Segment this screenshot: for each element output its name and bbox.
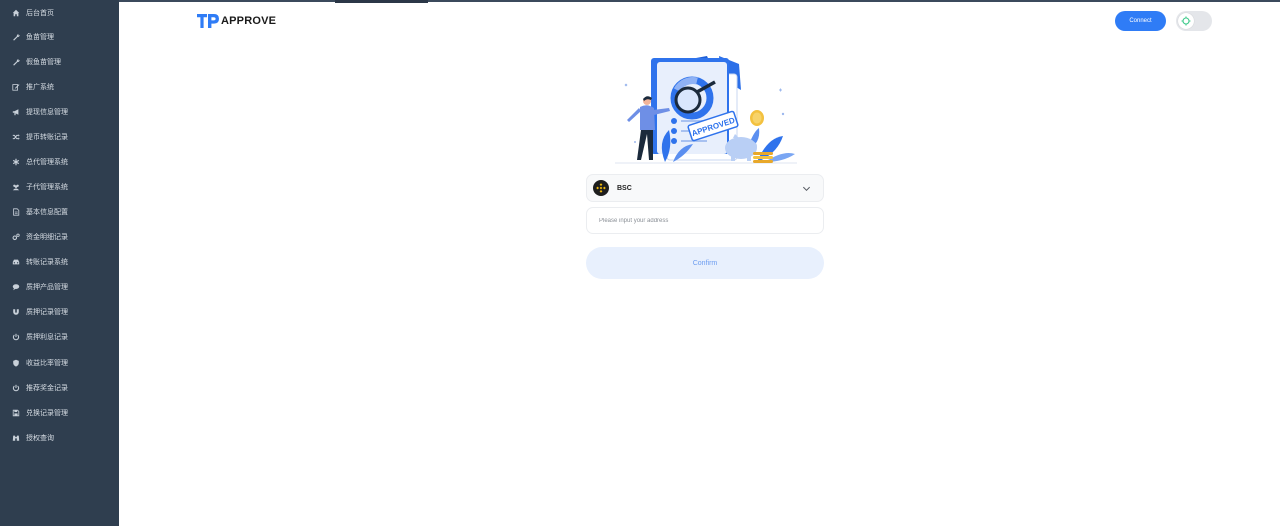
sidebar-item-label: 提现信息管理 xyxy=(26,107,68,116)
comment-icon xyxy=(12,283,20,291)
sidebar-item-promotion[interactable]: 推广系统 xyxy=(0,74,119,99)
edit-icon xyxy=(12,83,20,91)
shield-icon xyxy=(12,359,20,367)
sidebar-item-general-agent[interactable]: 总代管理系统 xyxy=(0,149,119,174)
sidebar-item-label: 推广系统 xyxy=(26,82,54,91)
chain-select[interactable]: BSC xyxy=(586,174,824,202)
sidebar-item-label: 基本信息配置 xyxy=(26,207,68,216)
theme-toggle[interactable] xyxy=(1176,11,1212,31)
save-icon xyxy=(12,409,20,417)
sidebar-item-transfer-records[interactable]: 提币转账记录 xyxy=(0,124,119,149)
sidebar-item-label: 鱼苗管理 xyxy=(26,32,54,41)
shuffle-icon xyxy=(12,133,20,141)
sidebar-item-label: 质押利息记录 xyxy=(26,332,68,341)
sidebar-item-label: 转账记录系统 xyxy=(26,257,68,266)
wrench-icon xyxy=(12,58,20,66)
wrench-icon xyxy=(12,33,20,41)
chain-label: BSC xyxy=(617,184,632,192)
sidebar-item-basic-config[interactable]: 基本信息配置 xyxy=(0,199,119,224)
sidebar-item-label: 提币转账记录 xyxy=(26,132,68,141)
address-input[interactable] xyxy=(586,207,824,234)
sidebar-item-label: 后台首页 xyxy=(26,8,54,17)
car-icon xyxy=(12,258,20,266)
sidebar: 后台首页 鱼苗管理 假鱼苗管理 推广系统 提现信息管理 提币转账记录 总代管理系… xyxy=(0,0,119,526)
sidebar-item-fund-details[interactable]: 资金明细记录 xyxy=(0,224,119,249)
sidebar-item-label: 总代管理系统 xyxy=(26,157,68,166)
sidebar-item-label: 假鱼苗管理 xyxy=(26,57,61,66)
sidebar-item-label: 兑换记录管理 xyxy=(26,408,68,417)
sidebar-item-staking-interest[interactable]: 质押利息记录 xyxy=(0,324,119,349)
cogs-icon xyxy=(12,233,20,241)
users-icon xyxy=(12,183,20,191)
crosshair-icon xyxy=(1181,16,1191,26)
toggle-knob xyxy=(1178,13,1194,29)
sidebar-item-sub-agent[interactable]: 子代管理系统 xyxy=(0,174,119,199)
sidebar-item-dashboard[interactable]: 后台首页 xyxy=(0,0,119,25)
top-border xyxy=(119,0,1280,2)
sidebar-item-label: 收益比率管理 xyxy=(26,358,68,367)
sidebar-item-staking-records[interactable]: 质押记录管理 xyxy=(0,299,119,324)
approved-illustration: APPROVED xyxy=(615,56,797,164)
power-icon xyxy=(12,333,20,341)
sidebar-item-label: 质押记录管理 xyxy=(26,307,68,316)
sidebar-item-label: 质押产品管理 xyxy=(26,282,68,291)
confirm-button[interactable]: Confirm xyxy=(586,247,824,279)
sidebar-item-referral-bonus[interactable]: 推荐奖金记录 xyxy=(0,375,119,400)
brand: APPROVE xyxy=(197,13,276,29)
sidebar-item-staking-products[interactable]: 质押产品管理 xyxy=(0,274,119,299)
brand-name: APPROVE xyxy=(221,15,277,27)
sidebar-item-exchange-records[interactable]: 兑换记录管理 xyxy=(0,400,119,425)
sidebar-item-fake-fry-management[interactable]: 假鱼苗管理 xyxy=(0,49,119,74)
sidebar-item-label: 授权查询 xyxy=(26,433,54,442)
asterisk-icon xyxy=(12,158,20,166)
chevron-down-icon xyxy=(802,186,811,192)
active-tab-indicator xyxy=(335,0,428,3)
connect-button[interactable]: Connect xyxy=(1115,11,1166,31)
magnet-icon xyxy=(12,308,20,316)
sidebar-item-transfer-system[interactable]: 转账记录系统 xyxy=(0,249,119,274)
power-icon xyxy=(12,384,20,392)
sidebar-item-withdraw-info[interactable]: 提现信息管理 xyxy=(0,99,119,124)
sidebar-item-authorization-query[interactable]: 授权查询 xyxy=(0,425,119,450)
document-icon xyxy=(12,207,20,216)
sidebar-item-label: 资金明细记录 xyxy=(26,232,68,241)
sidebar-item-label: 子代管理系统 xyxy=(26,182,68,191)
sidebar-item-fry-management[interactable]: 鱼苗管理 xyxy=(0,24,119,49)
tp-logo-icon xyxy=(197,14,219,28)
megaphone-icon xyxy=(12,108,20,116)
home-icon xyxy=(12,9,20,17)
bnb-icon xyxy=(593,180,609,196)
sidebar-item-label: 推荐奖金记录 xyxy=(26,383,68,392)
binoculars-icon xyxy=(12,434,20,442)
sidebar-item-yield-ratio[interactable]: 收益比率管理 xyxy=(0,350,119,375)
